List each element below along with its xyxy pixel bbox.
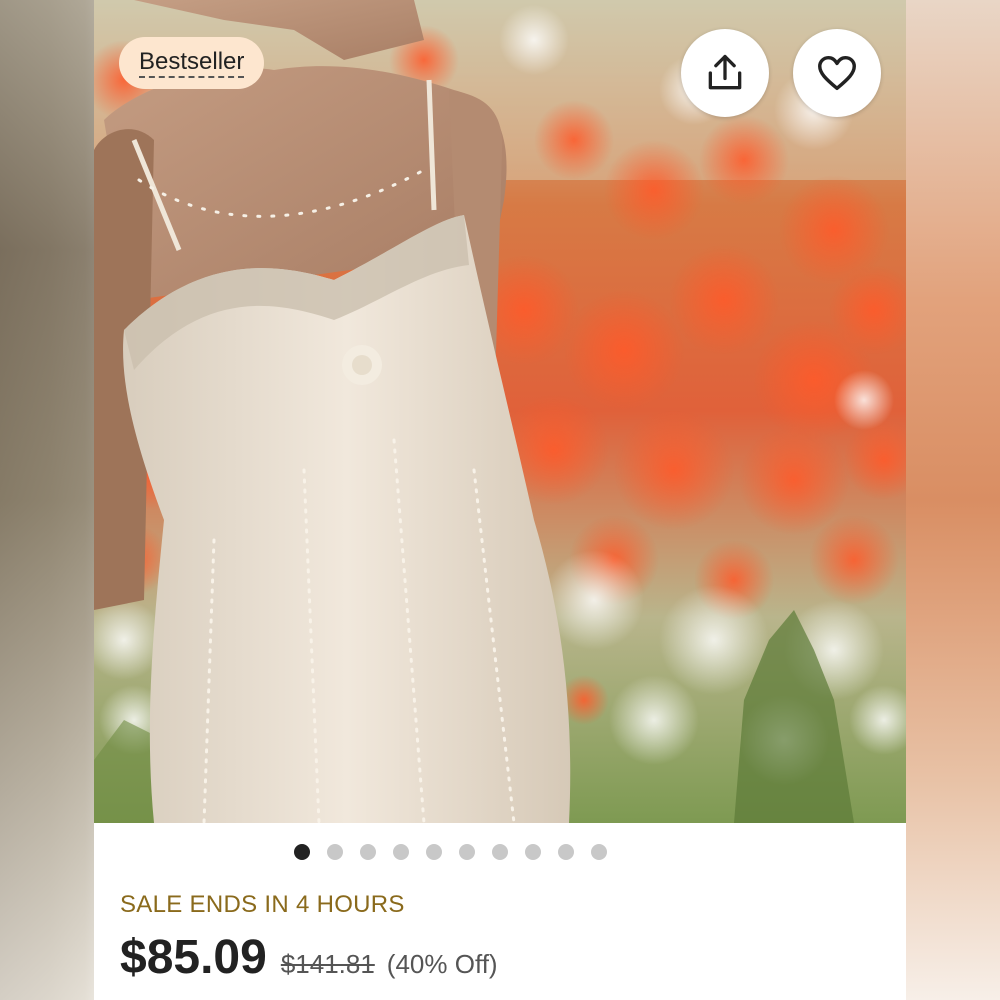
carousel-dot[interactable]	[590, 844, 607, 860]
carousel-dot[interactable]	[359, 844, 376, 860]
carousel-dot[interactable]	[293, 844, 310, 860]
blurred-background-left	[0, 0, 94, 1000]
bestseller-badge: Bestseller	[119, 37, 265, 89]
carousel-dot[interactable]	[425, 844, 442, 860]
carousel-dot[interactable]	[524, 844, 541, 860]
product-image[interactable]: Bestseller	[94, 0, 906, 823]
price-row: $85.09 $141.81 (40% Off)	[120, 930, 498, 986]
image-carousel-indicator	[94, 844, 906, 862]
share-button[interactable]	[681, 29, 769, 117]
current-price: $85.09	[120, 931, 267, 984]
heart-icon	[818, 55, 856, 91]
carousel-dot[interactable]	[557, 844, 574, 860]
sale-countdown: SALE ENDS IN 4 HOURS	[120, 891, 405, 918]
product-photo-illustration	[94, 0, 906, 823]
carousel-dot[interactable]	[326, 844, 343, 860]
favorite-button[interactable]	[793, 29, 881, 117]
carousel-dot[interactable]	[491, 844, 508, 860]
discount-label: (40% Off)	[386, 949, 498, 979]
share-icon	[708, 54, 742, 90]
product-card: Bestseller SALE ENDS IN 4 HOURS $85.09 $…	[94, 0, 906, 1000]
carousel-dot[interactable]	[458, 844, 475, 860]
original-price: $141.81	[280, 949, 375, 979]
blurred-background-right	[906, 0, 1000, 1000]
carousel-dot[interactable]	[392, 844, 409, 860]
bestseller-label: Bestseller	[139, 48, 245, 78]
